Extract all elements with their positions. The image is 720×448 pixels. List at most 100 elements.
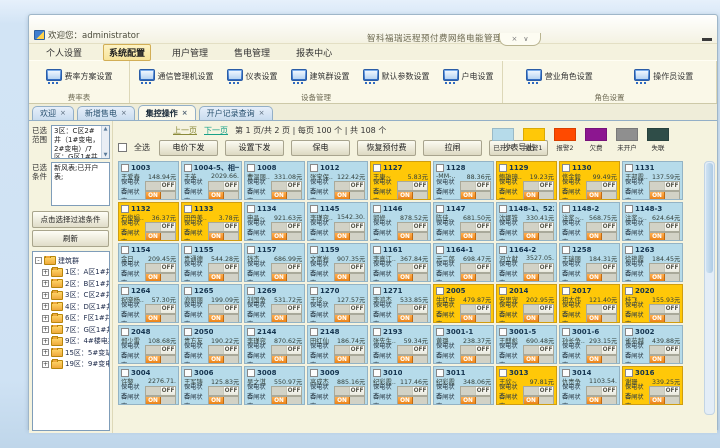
power-protect-toggle[interactable]: OFF (649, 263, 680, 273)
meter-card[interactable]: 1132石俊娟..36.37元保电状态OFF合闸状态ON (118, 202, 179, 241)
power-protect-toggle[interactable]: OFF (271, 263, 302, 273)
power-protect-toggle[interactable]: OFF (523, 304, 554, 314)
meter-card[interactable]: 3014仇贵争1103.54..保电状态OFF合闸状态ON (559, 366, 620, 405)
card-checkbox[interactable] (121, 369, 129, 377)
ribbon-button[interactable]: 营业角色设置 (526, 69, 593, 84)
gate-status-toggle[interactable]: ON (649, 273, 680, 283)
card-checkbox[interactable] (436, 246, 444, 254)
gate-status-toggle[interactable]: ON (208, 191, 239, 201)
power-protect-toggle[interactable]: OFF (586, 181, 617, 191)
meter-card[interactable]: 1264祝晓杨..57.30元保电状态OFF合闸状态ON (118, 284, 179, 323)
ribbon-button[interactable]: 操作员设置 (634, 69, 693, 84)
card-checkbox[interactable] (121, 328, 129, 336)
gate-status-toggle[interactable]: ON (145, 191, 176, 201)
gate-status-toggle[interactable]: ON (523, 314, 554, 324)
card-checkbox[interactable] (499, 205, 507, 213)
power-protect-toggle[interactable]: OFF (208, 181, 239, 191)
meter-card[interactable]: 1012张宝保..122.42元保电状态OFF合闸状态ON (307, 161, 368, 200)
power-protect-toggle[interactable]: OFF (271, 386, 302, 396)
card-checkbox[interactable] (310, 328, 318, 336)
tree-item[interactable]: +15区：5#变站（3#变 (42, 348, 109, 358)
expand-icon[interactable]: + (42, 326, 49, 333)
gate-status-toggle[interactable]: ON (145, 273, 176, 283)
gate-status-toggle[interactable]: ON (208, 232, 239, 242)
card-checkbox[interactable] (499, 246, 507, 254)
tree-item[interactable]: +2区：B区1#井/B区1#井 (42, 279, 109, 289)
gate-status-toggle[interactable]: ON (460, 232, 491, 242)
gate-status-toggle[interactable]: ON (334, 191, 365, 201)
card-checkbox[interactable] (247, 369, 255, 377)
gate-status-toggle[interactable]: ON (208, 355, 239, 365)
meter-card[interactable]: 1148-2注浆~..568.75元保电状态OFF合闸状态ON (559, 202, 620, 241)
power-protect-toggle[interactable]: OFF (397, 345, 428, 355)
gate-status-toggle[interactable]: ON (460, 396, 491, 406)
tree-item[interactable]: +9区：4#楼电井（4#楼 (42, 336, 109, 346)
meter-card[interactable]: 2020桂飞155.93元保电状态OFF合闸状态ON (622, 284, 683, 323)
gate-status-toggle[interactable]: ON (334, 232, 365, 242)
card-checkbox[interactable] (562, 205, 570, 213)
menu-tab[interactable]: 个人设置 (41, 45, 87, 60)
card-checkbox[interactable] (373, 369, 381, 377)
power-protect-toggle[interactable]: OFF (208, 304, 239, 314)
gate-status-toggle[interactable]: ON (649, 191, 680, 201)
card-checkbox[interactable] (121, 164, 129, 172)
meter-card[interactable]: 2050贵方友190.22元保电状态OFF合闸状态ON (181, 325, 242, 364)
gate-status-toggle[interactable]: ON (334, 355, 365, 365)
gate-status-toggle[interactable]: ON (460, 273, 491, 283)
meter-card[interactable]: 1008曹温丽..331.08元保电状态OFF合闸状态ON (244, 161, 305, 200)
power-protect-toggle[interactable]: OFF (334, 304, 365, 314)
gate-status-toggle[interactable]: ON (397, 273, 428, 283)
card-checkbox[interactable] (499, 164, 507, 172)
power-protect-toggle[interactable]: OFF (271, 345, 302, 355)
power-protect-toggle[interactable]: OFF (586, 304, 617, 314)
power-protect-toggle[interactable]: OFF (145, 222, 176, 232)
power-protect-toggle[interactable]: OFF (145, 181, 176, 191)
gate-status-toggle[interactable]: ON (334, 273, 365, 283)
expand-icon[interactable]: + (42, 338, 49, 345)
gate-status-toggle[interactable]: ON (208, 314, 239, 324)
expand-icon[interactable]: + (42, 361, 49, 368)
menu-tab[interactable]: 售电管理 (229, 45, 275, 60)
card-checkbox[interactable] (373, 205, 381, 213)
card-checkbox[interactable] (310, 205, 318, 213)
gate-status-toggle[interactable]: ON (397, 191, 428, 201)
card-checkbox[interactable] (625, 369, 633, 377)
power-protect-toggle[interactable]: OFF (649, 386, 680, 396)
meter-card[interactable]: 1147陈佳..681.50元保电状态OFF合闸状态ON (433, 202, 494, 241)
meter-card[interactable]: 1128-MM-..88.36元保电状态OFF合闸状态ON (433, 161, 494, 200)
meter-card[interactable]: 3011纪彩霞348.06元保电状态OFF合闸状态ON (433, 366, 494, 405)
card-checkbox[interactable] (373, 164, 381, 172)
expand-icon[interactable]: + (42, 315, 49, 322)
toolbar-button[interactable]: 设置下发 (225, 140, 284, 156)
card-checkbox[interactable] (562, 246, 570, 254)
power-protect-toggle[interactable]: OFF (397, 263, 428, 273)
power-protect-toggle[interactable]: OFF (460, 222, 491, 232)
toolbar-button[interactable]: 恢复预付费 (357, 140, 416, 156)
card-checkbox[interactable] (562, 164, 570, 172)
ribbon-button[interactable]: 仪表设置 (227, 69, 278, 84)
meter-card[interactable]: 2048郑少雷108.68元保电状态OFF合闸状态ON (118, 325, 179, 364)
meter-card[interactable]: 1269刘国争531.72元保电状态OFF合闸状态ON (244, 284, 305, 323)
tree-item[interactable]: +4区：D区1#井（D区1# (42, 302, 109, 312)
card-checkbox[interactable] (121, 287, 129, 295)
gate-status-toggle[interactable]: ON (523, 232, 554, 242)
gate-status-toggle[interactable]: ON (271, 396, 302, 406)
card-checkbox[interactable] (436, 164, 444, 172)
card-checkbox[interactable] (184, 164, 192, 172)
tree-item[interactable]: +6区：F区1#井（F区1# (42, 313, 109, 323)
prev-page-link[interactable]: 上一页 (173, 125, 197, 136)
card-checkbox[interactable] (499, 287, 507, 295)
meter-card[interactable]: 3016谢珊339.25元保电状态OFF合闸状态ON (622, 366, 683, 405)
meter-card[interactable]: 2193张先生..59.34元保电状态OFF合闸状态ON (370, 325, 431, 364)
card-checkbox[interactable] (310, 164, 318, 172)
meter-card[interactable]: 1145李瑾宛..1542.30..保电状态OFF合闸状态ON (307, 202, 368, 241)
gate-status-toggle[interactable]: ON (397, 355, 428, 365)
meter-card[interactable]: 1148-1、522沈娜铁330.41元保电状态OFF合闸状态ON (496, 202, 557, 241)
ribbon-button[interactable]: 通信管理机设置 (139, 69, 214, 84)
card-checkbox[interactable] (499, 328, 507, 336)
meter-card[interactable]: 3006王军铸125.83元保电状态OFF合闸状态ON (181, 366, 242, 405)
power-protect-toggle[interactable]: OFF (649, 345, 680, 355)
tree-item[interactable]: +3区：C区2#井（1#变电 (42, 290, 109, 300)
card-checkbox[interactable] (625, 246, 633, 254)
gate-status-toggle[interactable]: ON (271, 191, 302, 201)
